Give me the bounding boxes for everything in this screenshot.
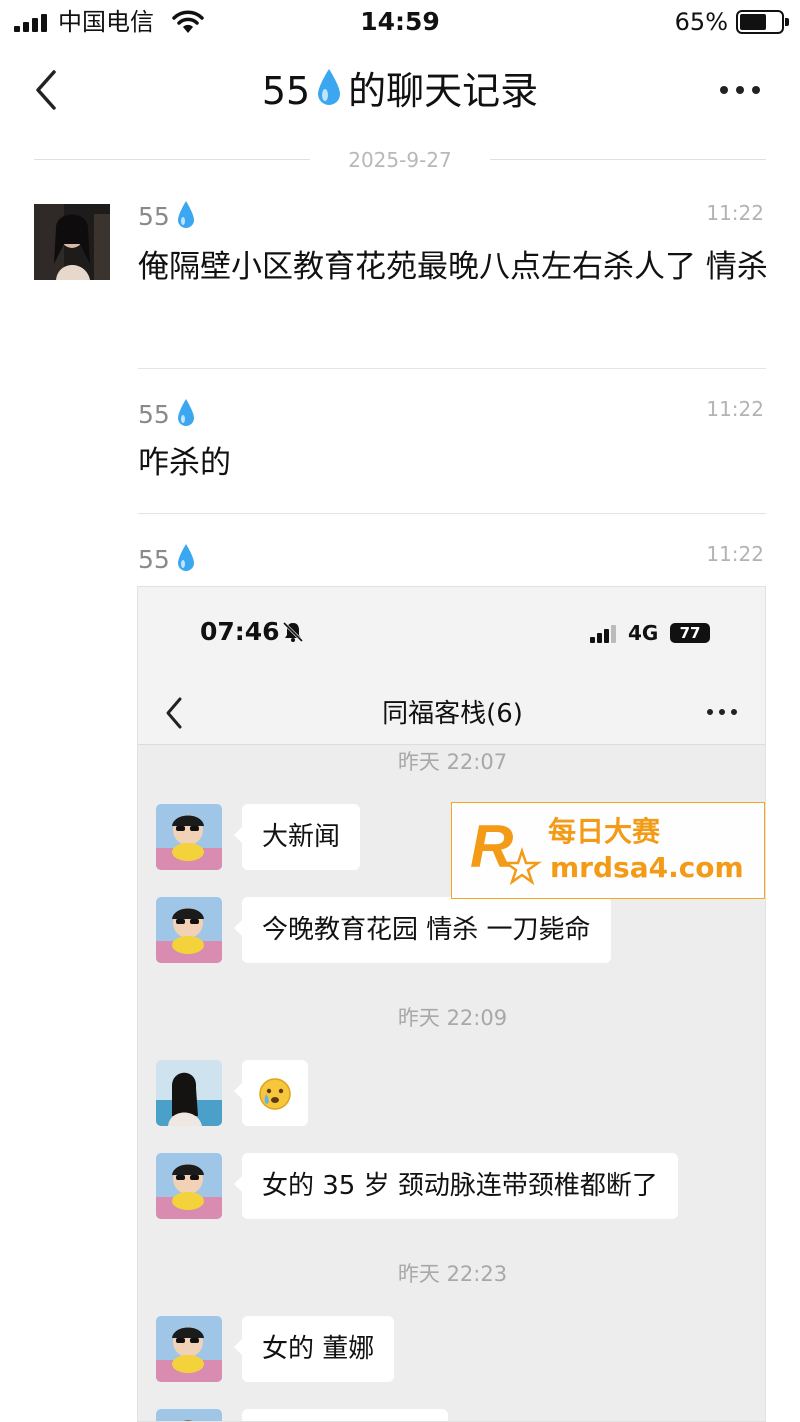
embedded-network: 4G (628, 621, 659, 645)
status-bar: 中国电信 14:59 65% (0, 0, 800, 46)
message-divider (138, 368, 766, 369)
water-drop-icon (177, 544, 194, 571)
embedded-timestamp: 昨天 22:09 (397, 1006, 508, 1030)
water-drop-icon (177, 399, 194, 426)
message-time: 11:22 (706, 397, 764, 421)
message-time: 11:22 (706, 201, 764, 225)
embedded-message-bubble: 女的 35 岁 颈动脉连带颈椎都断了 (234, 1153, 678, 1219)
cartoon-avatar (156, 897, 222, 963)
message-divider (138, 513, 766, 514)
embedded-timestamp: 昨天 22:23 (397, 1262, 508, 1286)
watermark-logo-icon: R (470, 813, 542, 886)
more-options-icon[interactable] (720, 86, 760, 96)
chat-history-screen: 中国电信 14:59 65% 55 的聊天记录 2025-9-27 55 11:… (0, 0, 800, 1422)
more-options-icon (707, 709, 737, 717)
message-image[interactable]: 07:46 4G 77 同福客栈(6) 昨天 22:07 大新闻 今晚教育花园 … (137, 586, 766, 1422)
cartoon-avatar (156, 1153, 222, 1219)
embedded-chat-title: 同福客栈(6) (382, 699, 523, 729)
avatar[interactable] (34, 204, 110, 280)
message-text[interactable]: 咋杀的 (138, 438, 768, 488)
page-title: 55 的聊天记录 (0, 68, 800, 114)
cartoon-avatar (156, 1316, 222, 1382)
embedded-timestamp: 昨天 22:07 (397, 750, 508, 774)
watermark-name: 每日大赛 (548, 815, 661, 848)
message-sender: 55 (138, 200, 196, 232)
date-separator: 2025-9-27 (34, 148, 766, 172)
embedded-message-bubble (234, 1060, 308, 1126)
embedded-message-bubble: 大新闻 (233, 804, 361, 870)
cartoon-avatar (156, 804, 222, 870)
message-time: 11:22 (706, 542, 764, 566)
muted-bell-icon (282, 621, 304, 643)
crying-face-emoji-icon (259, 1077, 291, 1110)
water-drop-icon (318, 69, 341, 105)
message-sender: 55 (138, 398, 196, 430)
message-text[interactable]: 俺隔壁小区教育花苑最晚八点左右杀人了 情杀 (138, 242, 768, 292)
photo-avatar (156, 1060, 222, 1126)
nav-bar: 55 的聊天记录 (0, 56, 800, 126)
svg-text:R: R (470, 813, 513, 880)
embedded-message-bubble (242, 1409, 448, 1421)
embedded-status-bar: 07:46 4G 77 (138, 587, 765, 683)
water-drop-icon (177, 201, 194, 228)
battery-icon (736, 10, 789, 34)
embedded-battery: 77 (670, 623, 710, 643)
embedded-signal-icon (590, 623, 618, 643)
watermark-url: mrdsa4.com (550, 851, 744, 884)
embedded-message-bubble: 女的 董娜 (233, 1316, 395, 1382)
embedded-nav-bar: 同福客栈(6) (138, 683, 765, 745)
embedded-message-bubble: 今晚教育花园 情杀 一刀毙命 (234, 897, 611, 963)
battery-percent: 65% (674, 8, 728, 36)
embedded-status-time: 07:46 (200, 617, 280, 646)
page-title-suffix: 的聊天记录 (348, 69, 539, 113)
message-sender: 55 (138, 543, 196, 575)
avatar-photo (34, 204, 110, 280)
cartoon-avatar (156, 1409, 222, 1421)
page-title-name: 55 (261, 69, 311, 113)
date-label: 2025-9-27 (318, 148, 482, 172)
watermark: R 每日大赛 mrdsa4.com (451, 802, 765, 899)
